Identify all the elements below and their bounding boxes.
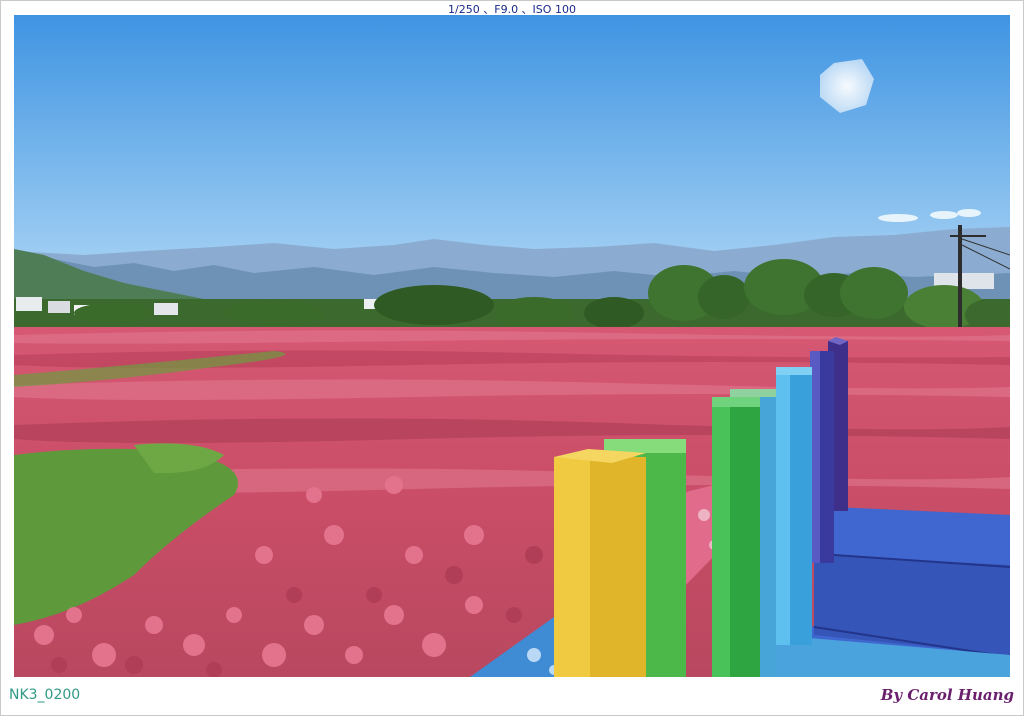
fence-post-blue: [776, 367, 812, 645]
cloud: [930, 211, 958, 219]
cloud: [878, 214, 918, 222]
fence-post-green: [712, 397, 760, 677]
fence-post-purple: [810, 351, 834, 563]
fence-post-yellow: [554, 449, 646, 677]
utility-pole: [958, 225, 962, 343]
landscape-photo: [14, 15, 1010, 677]
photographer-credit: By Carol Huang: [880, 686, 1014, 704]
utility-pole-arm: [950, 235, 986, 237]
photo-code: NK3_0200: [9, 687, 81, 703]
cloud: [957, 209, 981, 217]
